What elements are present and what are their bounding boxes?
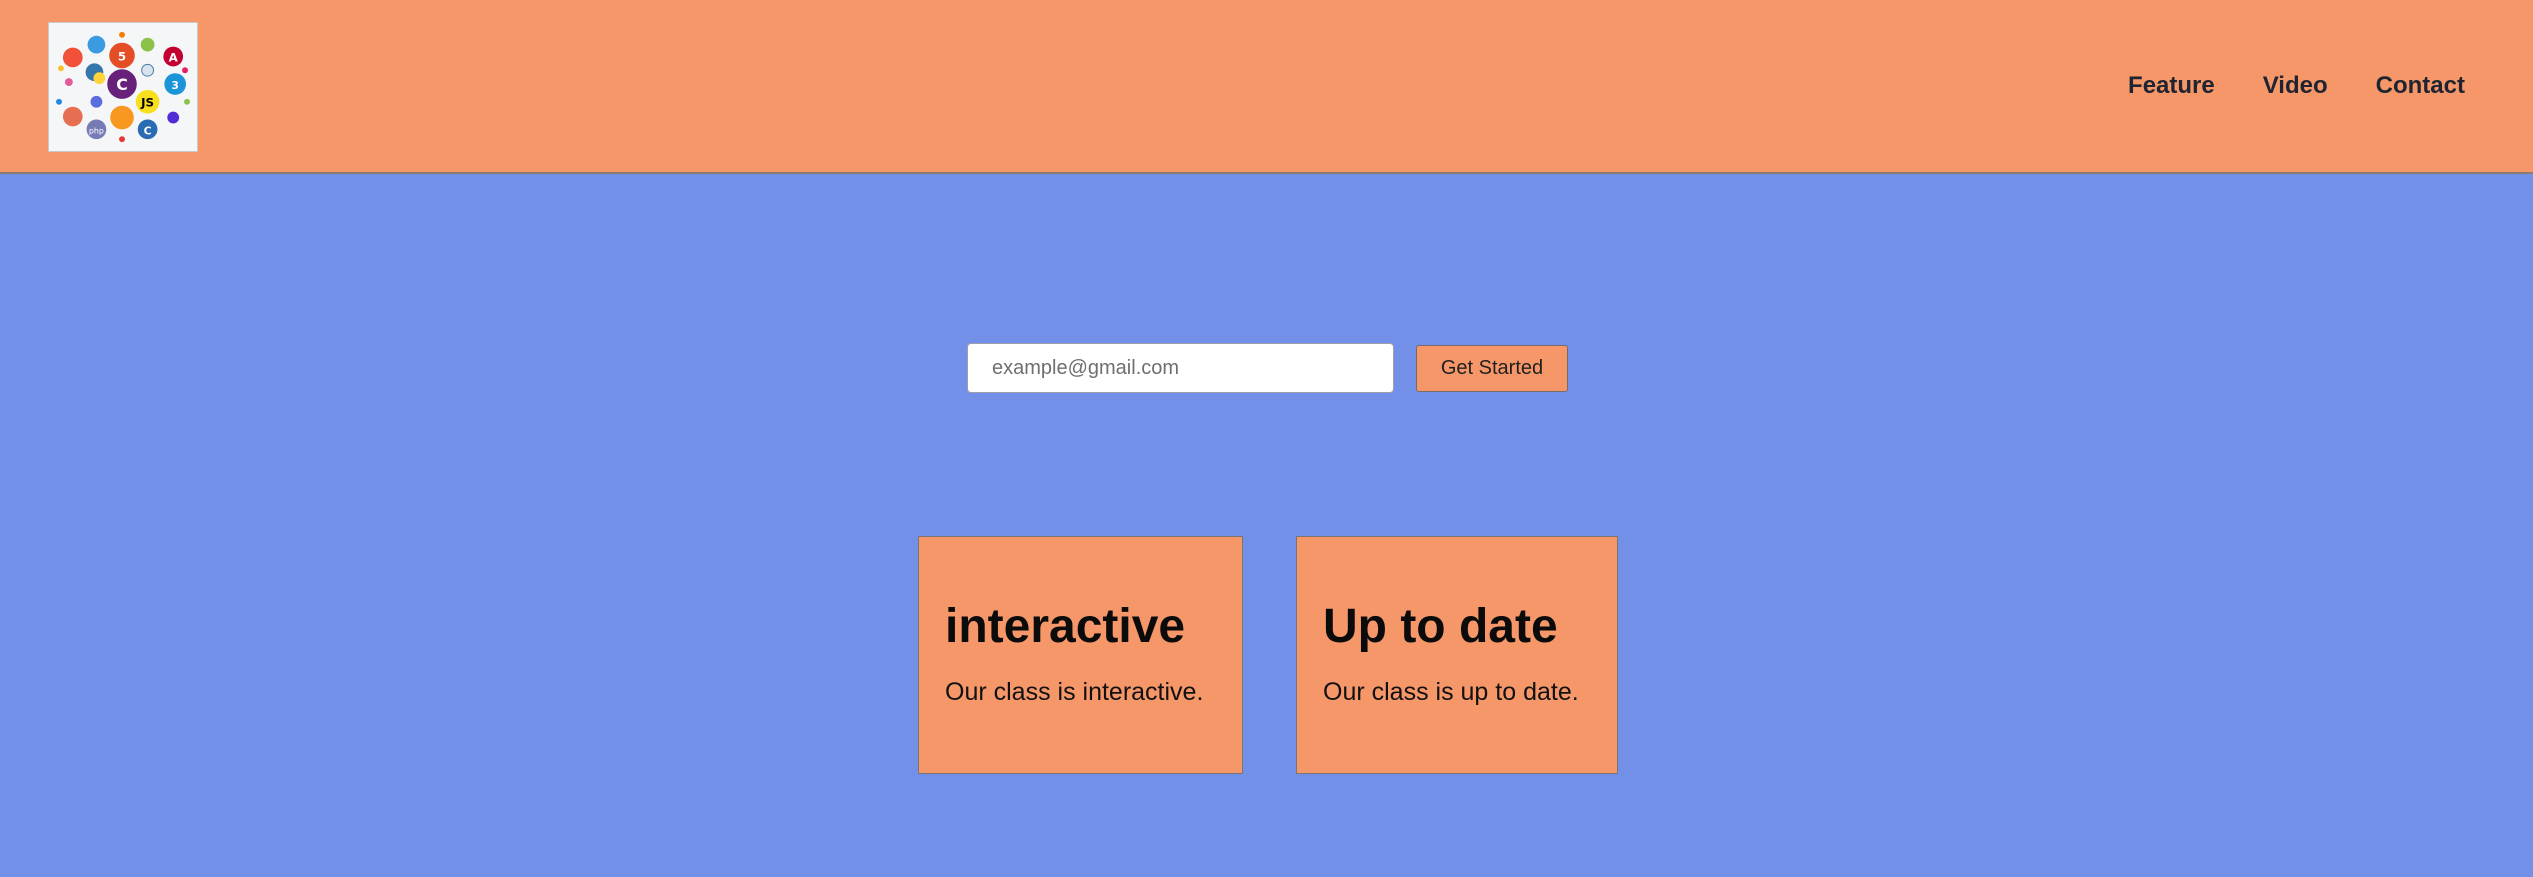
logo[interactable]: 5 A C 3 JS php C bbox=[48, 22, 198, 152]
feature-card-text: Our class is interactive. bbox=[945, 678, 1204, 706]
svg-text:A: A bbox=[169, 50, 179, 64]
infinity-icon bbox=[90, 95, 103, 108]
svg-text:C: C bbox=[116, 75, 128, 94]
programming-languages-logo-icon: 5 A C 3 JS php C bbox=[49, 23, 197, 151]
svg-text:C: C bbox=[144, 124, 152, 137]
site-header: 5 A C 3 JS php C Feature Video Contact bbox=[0, 0, 2533, 174]
feature-card-title: Up to date bbox=[1323, 600, 1558, 653]
svg-text:3: 3 bbox=[171, 79, 179, 92]
get-started-button[interactable]: Get Started bbox=[1416, 345, 1568, 392]
nav-link-contact[interactable]: Contact bbox=[2376, 72, 2465, 100]
feature-card-text: Our class is up to date. bbox=[1323, 678, 1579, 706]
email-input[interactable] bbox=[967, 343, 1394, 393]
android-icon bbox=[140, 37, 155, 52]
nav-link-video[interactable]: Video bbox=[2263, 72, 2328, 100]
svg-text:5: 5 bbox=[118, 49, 126, 63]
svg-text:JS: JS bbox=[140, 96, 154, 110]
nav-link-feature[interactable]: Feature bbox=[2128, 72, 2215, 100]
feature-card-title: interactive bbox=[945, 600, 1186, 653]
redux-icon bbox=[87, 35, 106, 54]
dotnet-icon bbox=[167, 111, 180, 124]
ruby-icon bbox=[62, 106, 83, 127]
main-nav: Feature Video Contact bbox=[2128, 72, 2465, 100]
feature-card-up-to-date: Up to date Our class is up to date. bbox=[1296, 536, 1618, 774]
java-icon bbox=[110, 105, 134, 130]
mysql-icon bbox=[141, 63, 155, 77]
swift-icon bbox=[62, 47, 83, 68]
svg-text:php: php bbox=[89, 126, 104, 135]
feature-card-interactive: interactive Our class is interactive. bbox=[918, 536, 1243, 774]
